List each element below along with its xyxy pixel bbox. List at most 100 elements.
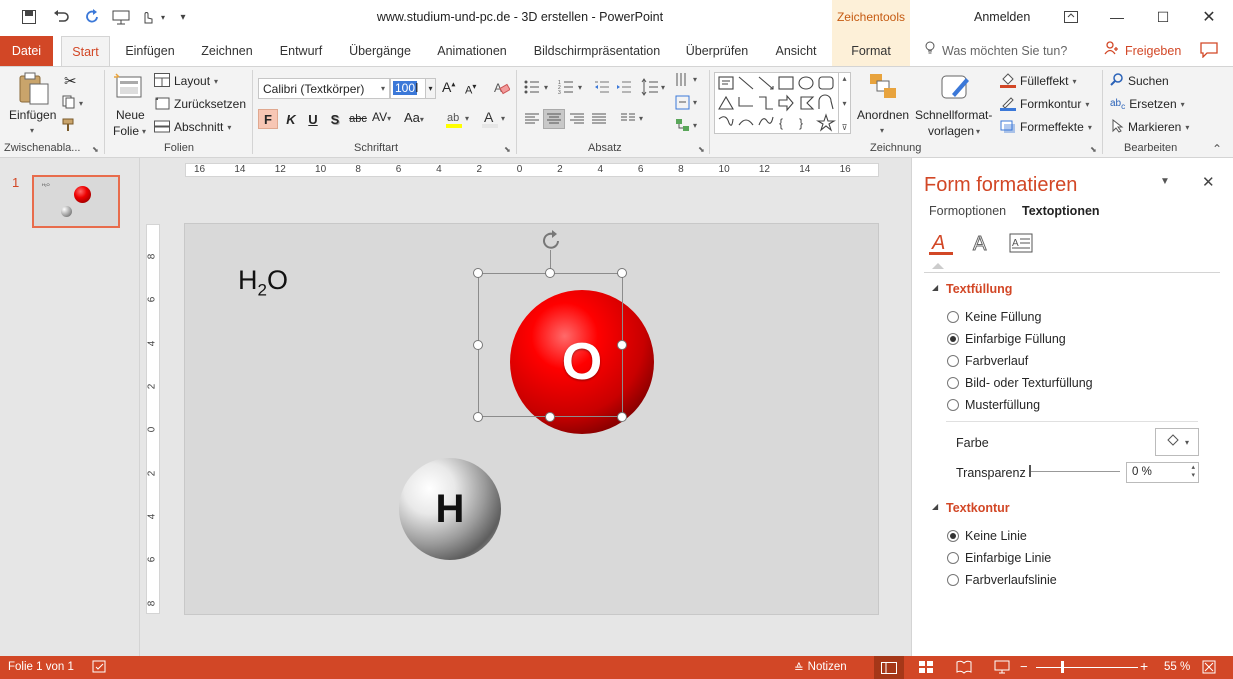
tab-ueberpruefen[interactable]: Überprüfen [678,36,756,66]
increase-indent-icon[interactable] [616,79,632,98]
align-center-icon[interactable] [543,109,565,129]
copy-icon[interactable]: ▾ [62,95,86,112]
align-left-icon[interactable] [524,112,540,129]
highlight-icon[interactable]: ab ▾ [446,109,472,132]
collapse-icon[interactable]: ◢ [932,283,938,292]
fill-option[interactable]: Keine Füllung [947,310,1041,324]
zoom-slider[interactable] [1036,667,1138,668]
tab-start[interactable]: Start [61,36,110,67]
pane-options-icon[interactable]: ▼ [1160,176,1170,187]
zoom-out-icon[interactable]: − [1020,659,1028,674]
rotate-handle-icon[interactable] [540,230,564,255]
tab-entwurf[interactable]: Entwurf [270,36,332,66]
text-direction-icon[interactable]: ▾ [675,72,701,91]
tab-bildschirmpraesentation[interactable]: Bildschirmpräsentation [528,36,666,66]
radio-button[interactable] [947,552,959,564]
align-text-icon[interactable]: ▾ [675,95,701,114]
new-slide-label-1[interactable]: Neue [116,108,145,122]
collapse-icon[interactable]: ◢ [932,502,938,511]
slide-sorter-icon[interactable] [918,660,934,677]
underline-button[interactable]: U [303,109,323,129]
radio-button[interactable] [947,530,959,542]
resize-handle[interactable] [473,268,483,278]
gallery-scroll[interactable]: ▴ ▾ ⊽ [838,72,850,134]
save-icon[interactable] [20,8,38,26]
bold-button[interactable]: F [258,109,278,129]
chevron-down-icon[interactable]: ▾ [158,8,168,26]
fit-to-window-icon[interactable] [1202,660,1216,677]
resize-handle[interactable] [617,412,627,422]
resize-handle[interactable] [545,268,555,278]
change-case-icon[interactable]: Aa▾ [404,110,424,125]
smartart-icon[interactable]: ▾ [675,118,701,137]
tab-animationen[interactable]: Animationen [430,36,514,66]
clear-formatting-icon[interactable]: A [494,80,511,99]
section-button[interactable]: Abschnitt ▾ [154,117,231,137]
italic-button[interactable]: K [281,109,301,129]
fill-option[interactable]: Farbverlauf [947,354,1028,368]
zoom-slider-thumb[interactable] [1061,661,1064,673]
tab-ansicht[interactable]: Ansicht [766,36,826,66]
fill-option[interactable]: Musterfüllung [947,398,1040,412]
strikethrough-button[interactable]: abc [346,109,370,129]
shape-effects-button[interactable]: Formeffekte ▾ [1000,117,1092,137]
fill-option[interactable]: Bild- oder Texturfüllung [947,376,1093,390]
new-slide-icon[interactable] [114,72,144,105]
chevron-down-icon[interactable]: ▾ [425,79,435,98]
tell-me-search[interactable]: Was möchten Sie tun? [924,36,1067,66]
justify-icon[interactable] [591,112,607,129]
layout-button[interactable]: Layout ▾ [154,71,218,91]
columns-icon[interactable]: ▾ [620,112,648,129]
shape-outline-button[interactable]: Formkontur ▾ [1000,94,1089,114]
redo-icon[interactable] [84,8,102,26]
radio-button[interactable] [947,574,959,586]
maximize-icon[interactable]: ☐ [1140,4,1186,30]
new-slide-label-2[interactable]: Folie [113,124,139,138]
font-size-combo[interactable]: 100 I ▾ [390,78,436,99]
paste-icon[interactable] [14,72,54,106]
share-button[interactable]: Freigeben [1104,36,1181,66]
tab-text-options[interactable]: Textoptionen [1022,204,1100,218]
minimize-icon[interactable]: — [1094,4,1140,30]
shadow-button[interactable]: S [325,109,345,129]
text-fill-outline-icon[interactable]: A [929,231,953,260]
arrange-button[interactable]: Anordnen [857,108,909,122]
normal-view-icon[interactable] [874,656,904,679]
reading-view-icon[interactable] [956,660,972,677]
transparency-slider-thumb[interactable] [1029,465,1031,477]
outline-option[interactable]: Keine Linie [947,529,1027,543]
resize-handle[interactable] [545,412,555,422]
radio-button[interactable] [947,355,959,367]
zoom-in-icon[interactable]: + [1140,658,1148,674]
formula-text[interactable]: H2O [238,265,288,300]
shape-fill-button[interactable]: Fülleffekt ▾ [1000,71,1076,91]
close-icon[interactable]: ✕ [1202,173,1215,191]
radio-button[interactable] [947,399,959,411]
decrease-indent-icon[interactable] [594,79,610,98]
ribbon-display-icon[interactable] [1048,4,1094,30]
tab-datei[interactable]: Datei [0,36,53,66]
tab-shape-options[interactable]: Formoptionen [929,204,1006,218]
chevron-down-icon[interactable]: ▾ [976,127,980,136]
numbering-icon[interactable]: 1 2 3 ▾ [558,79,586,98]
close-icon[interactable]: ✕ [1186,4,1232,30]
presentation-icon[interactable] [112,8,130,26]
line-spacing-icon[interactable]: ▾ [641,78,669,99]
customize-toolbar-icon[interactable]: ▾ [176,8,190,26]
color-picker-button[interactable]: ▾ [1155,428,1199,456]
grow-font-icon[interactable]: A▴ [442,79,455,95]
replace-button[interactable]: abc Ersetzen ▾ [1110,94,1185,114]
zoom-level[interactable]: 55 % [1164,661,1190,673]
shapes-gallery[interactable]: {} [714,72,851,134]
arrange-icon[interactable] [868,72,898,105]
find-button[interactable]: Suchen [1110,71,1169,91]
radio-button[interactable] [947,333,959,345]
quick-styles-label-2[interactable]: vorlagen [928,124,974,138]
outline-option[interactable]: Einfarbige Linie [947,551,1051,565]
font-name-combo[interactable]: Calibri (Textkörper) ▾ [258,78,390,99]
tab-zeichnen[interactable]: Zeichnen [192,36,262,66]
spellcheck-icon[interactable] [92,660,108,677]
paste-button[interactable]: Einfügen [9,108,56,122]
radio-button[interactable] [947,311,959,323]
hydrogen-sphere[interactable]: H [399,458,501,560]
